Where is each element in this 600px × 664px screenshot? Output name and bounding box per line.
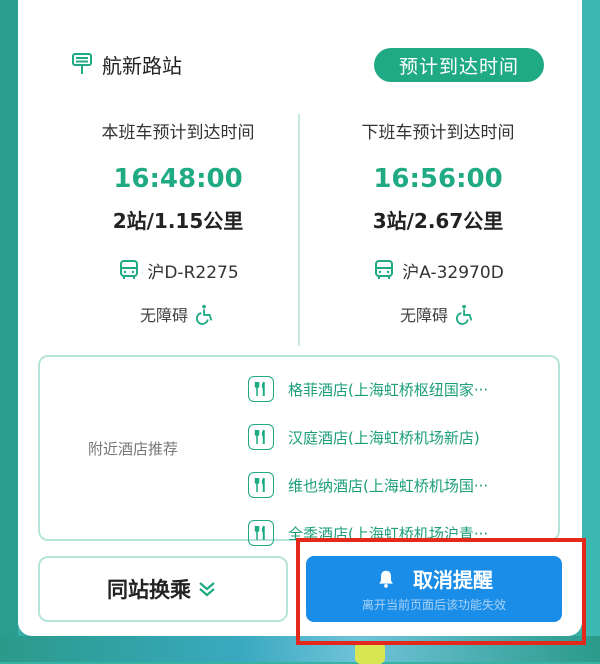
fork-knife-icon — [248, 472, 274, 498]
fork-knife-icon — [248, 376, 274, 402]
current-bus-plate-row: 沪D-R2275 — [58, 256, 298, 284]
current-bus-distance: 2站/1.15公里 — [112, 209, 244, 233]
wheelchair-icon — [195, 304, 213, 325]
decor-shape — [355, 642, 385, 664]
current-bus-time: 16:48:00 — [113, 164, 243, 194]
hotel-list: 格菲酒店(上海虹桥枢纽国家··· 汉庭酒店(上海虹桥机场新店) 维也纳酒店(上海… — [248, 365, 488, 557]
station-name: 航新路站 — [102, 53, 182, 78]
same-station-transfer-button[interactable]: 同站换乘 — [38, 556, 288, 622]
bus-stop-icon — [72, 53, 92, 74]
bus-icon — [375, 260, 394, 279]
fork-knife-icon — [248, 520, 274, 546]
transfer-label: 同站换乘 — [107, 578, 191, 602]
next-bus-plate: 沪A-32970D — [402, 262, 504, 283]
current-bus-access-row: 无障碍 — [58, 300, 298, 328]
next-bus-column: 下班车预计到达时间 16:56:00 3站/2.67公里 沪A-32970D 无… — [318, 118, 558, 328]
next-bus-accessibility: 无障碍 — [399, 306, 448, 325]
hotel-section-title: 附近酒店推荐 — [88, 440, 179, 458]
hotel-item[interactable]: 维也纳酒店(上海虹桥机场国··· — [248, 461, 488, 509]
fork-knife-icon — [248, 424, 274, 450]
current-bus-accessibility: 无障碍 — [139, 306, 188, 325]
hotel-item[interactable]: 汉庭酒店(上海虹桥机场新店) — [248, 413, 488, 461]
column-divider — [298, 114, 300, 346]
next-bus-plate-row: 沪A-32970D — [318, 256, 558, 284]
current-bus-plate: 沪D-R2275 — [147, 262, 239, 283]
wheelchair-icon — [455, 304, 473, 325]
hotel-recommendations: 附近酒店推荐 格菲酒店(上海虹桥枢纽国家··· 汉庭酒店(上海虹桥机场新店) 维… — [38, 355, 560, 546]
station-header: 航新路站 — [70, 48, 182, 80]
hotel-name: 维也纳酒店(上海虹桥机场国··· — [288, 476, 489, 495]
next-bus-time: 16:56:00 — [373, 164, 503, 194]
background-left — [0, 0, 18, 662]
hotel-name: 格菲酒店(上海虹桥枢纽国家··· — [288, 380, 489, 399]
eta-badge[interactable]: 预计到达时间 — [374, 48, 544, 82]
current-bus-column: 本班车预计到达时间 16:48:00 2站/1.15公里 沪D-R2275 无障… — [58, 118, 298, 328]
next-bus-distance: 3站/2.67公里 — [372, 209, 504, 233]
bus-icon — [120, 260, 139, 279]
hotel-item[interactable]: 格菲酒店(上海虹桥枢纽国家··· — [248, 365, 488, 413]
next-bus-caption: 下班车预计到达时间 — [361, 123, 515, 143]
highlight-box — [296, 538, 586, 645]
chevron-double-down-icon — [199, 582, 215, 597]
hotel-name: 汉庭酒店(上海虹桥机场新店) — [288, 428, 480, 447]
next-bus-access-row: 无障碍 — [318, 300, 558, 328]
current-bus-caption: 本班车预计到达时间 — [101, 123, 255, 143]
